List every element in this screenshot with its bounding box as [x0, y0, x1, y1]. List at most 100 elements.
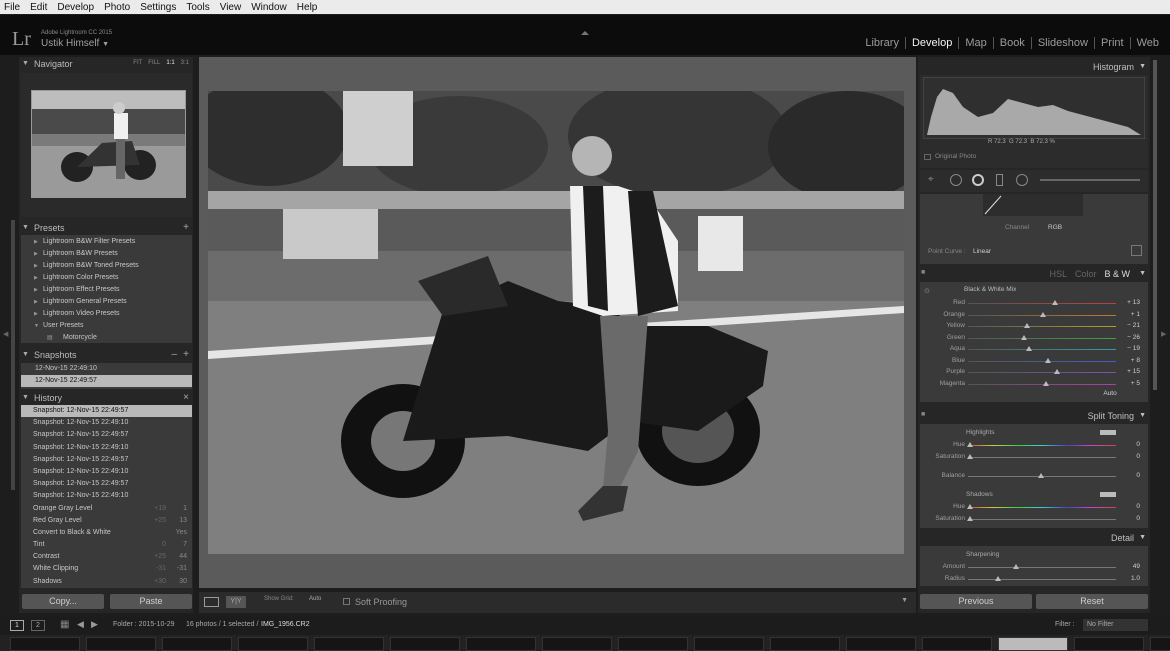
module-book[interactable]: Book	[992, 37, 1031, 49]
navigator-preview[interactable]	[31, 90, 186, 198]
grid-mode-select[interactable]: Auto	[309, 596, 321, 602]
menu-tools[interactable]: Tools	[186, 2, 209, 13]
preset-item[interactable]: ▤ Motorcycle	[21, 332, 192, 344]
histogram-chart[interactable]	[923, 77, 1145, 139]
split-toning-header[interactable]: ■ Split Toning ▼	[918, 409, 1150, 423]
left-scrollbar[interactable]	[11, 220, 15, 490]
navigator-zoom-options[interactable]: FIT FILL 1:1 3:1	[127, 60, 189, 66]
bw-magenta-slider[interactable]: Magenta + 5	[920, 379, 1148, 390]
slider-thumb[interactable]	[1025, 346, 1032, 351]
menu-settings[interactable]: Settings	[140, 2, 176, 13]
point-curve-select[interactable]: Linear	[973, 248, 991, 255]
history-item[interactable]: Tint 0 7	[21, 539, 192, 551]
toolbar-menu-icon[interactable]: ▼	[901, 597, 908, 604]
tab-hsl[interactable]: HSL	[1049, 269, 1067, 279]
filmstrip-thumbnail[interactable]	[238, 637, 308, 651]
preset-folder[interactable]: ▶ Lightroom Color Presets	[21, 272, 192, 284]
menu-photo[interactable]: Photo	[104, 2, 130, 13]
bw-green-slider[interactable]: Green − 26	[920, 333, 1148, 344]
slider-thumb[interactable]	[1024, 323, 1031, 328]
loupe-view-icon[interactable]	[204, 597, 219, 607]
history-item[interactable]: Snapshot: 12-Nov-15 22:49:57	[21, 478, 192, 490]
remove-snapshot-icon[interactable]: –	[171, 349, 177, 360]
filmstrip-thumbnail[interactable]	[694, 637, 764, 651]
amount-slider[interactable]: Amount 49	[920, 562, 1148, 573]
forward-arrow-icon[interactable]: ▶	[91, 619, 98, 630]
back-arrow-icon[interactable]: ◀	[77, 619, 84, 630]
channel-select[interactable]: RGB	[1048, 224, 1062, 231]
filmstrip-thumbnail[interactable]	[846, 637, 916, 651]
preset-folder[interactable]: ▶ Lightroom Effect Presets	[21, 284, 192, 296]
balance-slider[interactable]: Balance 0	[920, 471, 1148, 482]
folder-label[interactable]: Folder : 2015-10-29	[113, 621, 174, 628]
history-item[interactable]: Snapshot: 12-Nov-15 22:49:57	[21, 454, 192, 466]
slider-thumb[interactable]	[1021, 334, 1028, 340]
filter-select[interactable]: No Filter	[1083, 619, 1148, 631]
crop-icon[interactable]: ⌖	[928, 174, 934, 185]
left-panel-toggle-icon[interactable]: ◀	[3, 330, 8, 338]
bw-red-slider[interactable]: Red + 13	[920, 298, 1148, 309]
shadows-hue-slider[interactable]: Hue 0	[920, 502, 1148, 513]
add-preset-icon[interactable]: +	[183, 222, 189, 233]
shadows-saturation-slider[interactable]: Saturation 0	[920, 514, 1148, 525]
history-item[interactable]: Snapshot: 12-Nov-15 22:49:10	[21, 442, 192, 454]
reset-button[interactable]: Reset	[1036, 594, 1148, 609]
history-item[interactable]: Orange Gray Level +19 1	[21, 503, 192, 515]
panel-switch-icon[interactable]: ■	[921, 269, 925, 276]
filmstrip-thumbnail[interactable]	[86, 637, 156, 651]
window-1-button[interactable]: 1	[10, 620, 24, 631]
main-photo[interactable]	[208, 91, 904, 554]
graduated-filter-icon[interactable]	[996, 174, 1003, 186]
shadows-color-swatch[interactable]	[1100, 492, 1116, 497]
filmstrip-thumbnail[interactable]	[922, 637, 992, 651]
slider-thumb[interactable]	[1052, 300, 1059, 305]
history-item[interactable]: Red Gray Level +25 13	[21, 515, 192, 527]
filmstrip-thumbnail[interactable]	[466, 637, 536, 651]
slider-thumb[interactable]	[1053, 369, 1060, 374]
filmstrip-thumbnail[interactable]	[1150, 637, 1170, 651]
zoom-option[interactable]: FIT	[133, 60, 142, 66]
tab-bw[interactable]: B & W	[1104, 269, 1130, 279]
module-print[interactable]: Print	[1093, 37, 1130, 49]
module-library[interactable]: Library	[859, 37, 905, 49]
zoom-option[interactable]: FILL	[148, 60, 160, 66]
history-item[interactable]: Snapshot: 12-Nov-15 22:49:10	[21, 466, 192, 478]
auto-button[interactable]: Auto	[1090, 388, 1130, 399]
targeted-adjustment-icon[interactable]: ⊙	[924, 287, 930, 295]
history-item[interactable]: Snapshot: 12-Nov-15 22:49:10	[21, 490, 192, 502]
histogram-header[interactable]: Histogram ▼	[918, 60, 1150, 74]
before-after-icon[interactable]: Y|Y	[226, 596, 246, 608]
original-photo-checkbox[interactable]	[924, 154, 931, 160]
filmstrip-thumbnail[interactable]	[770, 637, 840, 651]
radial-filter-icon[interactable]	[1016, 174, 1028, 186]
previous-button[interactable]: Previous	[920, 594, 1032, 609]
history-item[interactable]: Convert to Black & White Yes	[21, 527, 192, 539]
copy-button[interactable]: Copy...	[22, 594, 104, 609]
filmstrip-thumbnail[interactable]	[1074, 637, 1144, 651]
history-item[interactable]: Shadows +30 30	[21, 576, 192, 588]
preset-folder[interactable]: ▶ Lightroom B&W Presets	[21, 248, 192, 260]
history-item[interactable]: Snapshot: 12-Nov-15 22:49:57	[21, 429, 192, 441]
bw-blue-slider[interactable]: Blue + 8	[920, 356, 1148, 367]
filmstrip-thumbnail[interactable]	[10, 637, 80, 651]
menu-develop[interactable]: Develop	[57, 2, 94, 13]
history-item[interactable]: Snapshot: 12-Nov-15 22:49:57	[21, 405, 192, 418]
highlights-hue-slider[interactable]: Hue 0	[920, 440, 1148, 451]
preset-folder[interactable]: ▶ Lightroom General Presets	[21, 296, 192, 308]
filmstrip-thumbnail[interactable]	[542, 637, 612, 651]
snapshot-item[interactable]: 12-Nov-15 22:49:57	[21, 375, 192, 387]
menu-window[interactable]: Window	[251, 2, 287, 13]
window-2-button[interactable]: 2	[31, 620, 45, 631]
preset-folder[interactable]: ▶ Lightroom Video Presets	[21, 308, 192, 320]
clear-history-icon[interactable]: ×	[183, 392, 189, 403]
menu-view[interactable]: View	[220, 2, 242, 13]
filmstrip-thumbnail[interactable]	[390, 637, 460, 651]
red-eye-icon[interactable]	[972, 174, 984, 186]
bw-aqua-slider[interactable]: Aqua − 19	[920, 344, 1148, 355]
highlights-saturation-slider[interactable]: Saturation 0	[920, 452, 1148, 463]
add-snapshot-icon[interactable]: +	[183, 349, 189, 360]
tab-color[interactable]: Color	[1075, 269, 1097, 279]
navigator-header[interactable]: ▼ Navigator FIT FILL 1:1 3:1	[19, 57, 193, 71]
paste-button[interactable]: Paste	[110, 594, 192, 609]
history-item[interactable]: Snapshot: 12-Nov-15 22:49:10	[21, 417, 192, 429]
